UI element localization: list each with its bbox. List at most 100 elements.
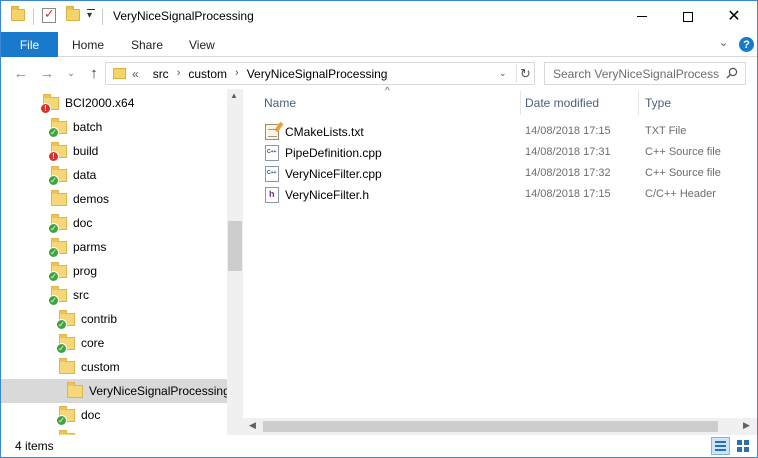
folder-icon: ✓ bbox=[56, 333, 75, 354]
file-date: 14/08/2018 17:32 bbox=[525, 167, 611, 179]
expand-ribbon-icon[interactable]: ⌄ bbox=[719, 38, 729, 49]
tree-item[interactable]: ✓ batch bbox=[1, 115, 227, 139]
synced-badge-icon: ✓ bbox=[48, 270, 59, 282]
tree-item-label: doc bbox=[73, 216, 93, 230]
maximize-icon bbox=[683, 11, 693, 22]
customize-toolbar-icon[interactable]: ▾ bbox=[87, 9, 96, 21]
breadcrumb-overflow[interactable]: « bbox=[132, 67, 139, 81]
cpp-file-icon bbox=[265, 145, 279, 161]
tree-item-partial[interactable] bbox=[1, 427, 227, 435]
sort-ascending-icon: ^ bbox=[385, 86, 390, 97]
folder-icon: ✓ bbox=[48, 213, 67, 234]
synced-badge-icon: ✓ bbox=[56, 414, 67, 426]
tree-item[interactable]: demos bbox=[1, 187, 227, 211]
file-name: PipeDefinition.cpp bbox=[285, 146, 382, 160]
tree-item-label: batch bbox=[73, 120, 103, 134]
back-button[interactable]: ← bbox=[11, 63, 31, 83]
scrollbar-thumb[interactable] bbox=[263, 421, 718, 432]
tree-item[interactable]: ✓ data bbox=[1, 163, 227, 187]
large-icons-view-icon[interactable] bbox=[734, 437, 753, 455]
up-button[interactable]: ↑ bbox=[84, 63, 104, 83]
breadcrumb-current[interactable]: VeryNiceSignalProcessing bbox=[247, 67, 388, 81]
folder-icon bbox=[11, 6, 25, 21]
scroll-up-icon[interactable]: ▲ bbox=[230, 91, 238, 100]
navigation-pane: ! BCI2000.x64 ✓ batch ! build ✓ data dem… bbox=[1, 89, 242, 435]
details-view-icon[interactable] bbox=[711, 437, 730, 455]
ribbon-tabs: File Home Share View ⌄ ? bbox=[1, 32, 757, 57]
file-row[interactable]: CMakeLists.txt 14/08/2018 17:15 TXT File bbox=[261, 122, 751, 143]
chevron-right-icon[interactable]: › bbox=[235, 67, 239, 81]
tree-item-label: doc bbox=[81, 408, 101, 422]
tree-item-label: prog bbox=[73, 264, 98, 278]
tree-item[interactable]: custom bbox=[1, 355, 227, 379]
recent-locations-button[interactable]: ⌄ bbox=[61, 63, 81, 83]
minimize-button[interactable] bbox=[619, 1, 665, 32]
tree-item[interactable]: ✓ doc bbox=[1, 403, 227, 427]
header-file-icon bbox=[265, 187, 279, 203]
tree-item[interactable]: ! BCI2000.x64 bbox=[1, 91, 227, 115]
tree-scrollbar[interactable]: ▲ bbox=[227, 89, 243, 435]
new-folder-icon[interactable] bbox=[66, 6, 80, 21]
tab-home[interactable]: Home bbox=[72, 32, 104, 57]
scrollbar-thumb[interactable] bbox=[228, 221, 242, 271]
forward-button[interactable]: → bbox=[37, 63, 57, 83]
folder-icon: ! bbox=[48, 141, 67, 162]
tab-file[interactable]: File bbox=[1, 32, 58, 57]
file-row[interactable]: VeryNiceFilter.h 14/08/2018 17:15 C/C++ … bbox=[261, 185, 751, 206]
search-input[interactable]: Search VeryNiceSignalProcess bbox=[544, 62, 746, 85]
tree-item[interactable]: ✓ contrib bbox=[1, 307, 227, 331]
file-date: 14/08/2018 17:15 bbox=[525, 188, 611, 200]
column-divider[interactable] bbox=[638, 91, 639, 115]
horizontal-scrollbar[interactable]: ◀ ▶ bbox=[243, 418, 757, 435]
maximize-button[interactable] bbox=[665, 1, 711, 32]
error-badge-icon: ! bbox=[48, 150, 59, 162]
folder-icon bbox=[67, 381, 83, 398]
tree-item[interactable]: ✓ src bbox=[1, 283, 227, 307]
tab-view[interactable]: View bbox=[189, 32, 215, 57]
cpp-file-icon bbox=[265, 166, 279, 182]
folder-icon: ✓ bbox=[56, 309, 75, 330]
column-header-type[interactable]: Type bbox=[645, 89, 671, 117]
synced-badge-icon: ✓ bbox=[48, 294, 59, 306]
file-name: VeryNiceFilter.h bbox=[285, 188, 370, 202]
folder-icon: ! bbox=[40, 93, 59, 114]
column-header-date[interactable]: Date modified bbox=[525, 89, 599, 117]
window-title: VeryNiceSignalProcessing bbox=[113, 9, 254, 23]
tab-share[interactable]: Share bbox=[131, 32, 163, 57]
tree-item[interactable]: ✓ core bbox=[1, 331, 227, 355]
file-row[interactable]: PipeDefinition.cpp 14/08/2018 17:31 C++ … bbox=[261, 143, 751, 164]
tree-item[interactable]: ✓ prog bbox=[1, 259, 227, 283]
folder-icon bbox=[59, 357, 75, 374]
address-dropdown-icon[interactable]: ⌄ bbox=[499, 68, 507, 79]
file-name: VeryNiceFilter.cpp bbox=[285, 167, 382, 181]
search-placeholder: Search VeryNiceSignalProcess bbox=[553, 67, 720, 81]
tree-item[interactable]: ! build bbox=[1, 139, 227, 163]
folder-icon: ✓ bbox=[48, 117, 67, 138]
tree-item[interactable]: ✓ parms bbox=[1, 235, 227, 259]
address-bar[interactable]: « src › custom › VeryNiceSignalProcessin… bbox=[105, 62, 535, 85]
close-button[interactable]: ✕ bbox=[711, 1, 757, 32]
scroll-right-icon[interactable]: ▶ bbox=[743, 420, 750, 431]
txt-file-icon bbox=[265, 124, 279, 140]
synced-badge-icon: ✓ bbox=[56, 318, 67, 330]
column-divider[interactable] bbox=[520, 91, 521, 115]
tree-item-label: contrib bbox=[81, 312, 118, 326]
tree-item-label: custom bbox=[81, 360, 120, 374]
help-icon[interactable]: ? bbox=[739, 37, 754, 52]
status-bar: 4 items bbox=[1, 435, 757, 457]
file-row[interactable]: VeryNiceFilter.cpp 14/08/2018 17:32 C++ … bbox=[261, 164, 751, 185]
file-name: CMakeLists.txt bbox=[285, 125, 364, 139]
breadcrumb-src[interactable]: src bbox=[153, 67, 169, 81]
tree-item-label: demos bbox=[73, 192, 110, 206]
tree-item[interactable]: ✓ doc bbox=[1, 211, 227, 235]
refresh-icon[interactable]: ↻ bbox=[516, 64, 534, 83]
scroll-left-icon[interactable]: ◀ bbox=[249, 420, 256, 431]
chevron-right-icon[interactable]: › bbox=[177, 67, 181, 81]
properties-icon[interactable] bbox=[42, 6, 56, 23]
item-count: 4 items bbox=[15, 439, 54, 453]
column-header-name[interactable]: Name bbox=[264, 89, 296, 117]
file-date: 14/08/2018 17:15 bbox=[525, 125, 611, 137]
tree-item-selected[interactable]: VeryNiceSignalProcessing bbox=[1, 379, 230, 403]
file-type: C++ Source file bbox=[645, 146, 721, 158]
breadcrumb-custom[interactable]: custom bbox=[188, 67, 227, 81]
